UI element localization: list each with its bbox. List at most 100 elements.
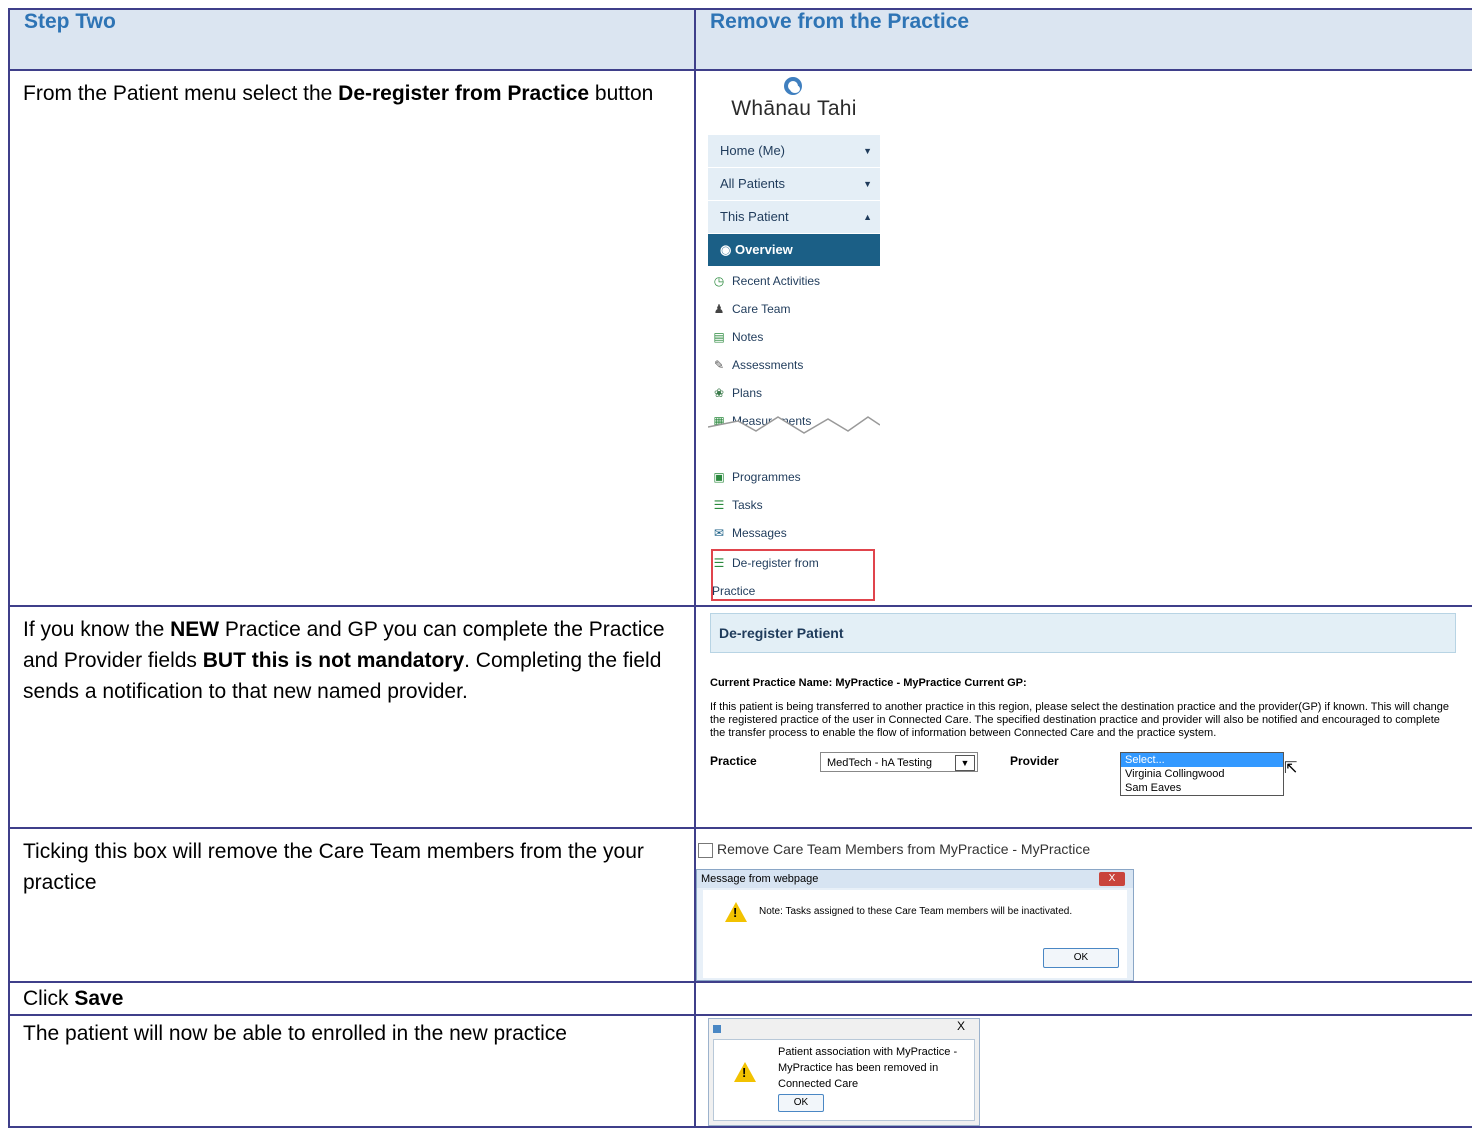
ok-button[interactable]: OK	[778, 1094, 824, 1112]
remove-care-team-checkbox[interactable]: Remove Care Team Members from MyPractice…	[698, 839, 1472, 859]
menu-item-label: Plans	[732, 386, 763, 400]
instruction-cell: If you know the NEW Practice and GP you …	[8, 605, 696, 829]
messages-icon: ✉	[713, 526, 725, 540]
menu-subitem-plans[interactable]: ❀ Plans	[708, 379, 880, 407]
form-row: Practice MedTech - hA Testing ▼ Provider …	[710, 752, 1456, 798]
menu-subitem-notes[interactable]: ▤ Notes	[708, 323, 880, 351]
empty-cell	[694, 981, 1472, 1016]
close-button[interactable]: X	[957, 1019, 965, 1033]
dialog-title: Message from webpage	[697, 870, 1133, 888]
menu-item-label: This Patient	[720, 209, 789, 224]
menu-item-all-patients[interactable]: All Patients ▼	[708, 168, 880, 201]
text-part: If you know the	[23, 618, 171, 641]
menu-item-label: Recent Activities	[732, 274, 821, 288]
instruction-text: The patient will now be able to enrolled…	[23, 1022, 567, 1045]
warning-icon: !	[734, 1062, 756, 1082]
provider-label: Provider	[1010, 754, 1059, 768]
menu-subitem-care-team[interactable]: ♟ Care Team	[708, 295, 880, 323]
panel-title: De-register Patient	[710, 613, 1456, 653]
instruction-cell: Ticking this box will remove the Care Te…	[8, 827, 696, 983]
instruction-table: Step Two Remove from the Practice From t…	[8, 8, 1472, 1128]
chevron-icon: ▼	[863, 146, 872, 156]
current-practice: Current Practice Name: MyPractice - MyPr…	[710, 677, 1027, 689]
tasks-icon: ☰	[713, 498, 725, 512]
table-row: The patient will now be able to enrolled…	[8, 1014, 1472, 1128]
menu-item-overview[interactable]: ◉ Overview	[708, 234, 880, 267]
dialog-body: ! Patient association with MyPractice - …	[713, 1039, 975, 1121]
menu-item-label: Care Team	[732, 302, 791, 316]
tear-graphic	[708, 416, 880, 463]
warning-icon: !	[725, 902, 747, 922]
menu-item-label: Messages	[732, 526, 787, 540]
table-row: If you know the NEW Practice and GP you …	[8, 605, 1472, 829]
menu-item-label: Programmes	[732, 470, 801, 484]
menu-item-label: Tasks	[732, 498, 763, 512]
table-row: Ticking this box will remove the Care Te…	[8, 827, 1472, 983]
ok-button[interactable]: OK	[1043, 948, 1119, 968]
header-cell-left: Step Two	[8, 8, 696, 71]
provider-option[interactable]: Select...	[1121, 753, 1283, 767]
message-dialog: Message from webpage X ! Note: Tasks ass…	[696, 869, 1134, 981]
panel-description: If this patient is being transferred to …	[710, 701, 1450, 739]
document-page: Step Two Remove from the Practice From t…	[0, 0, 1472, 1136]
clock-icon: ◷	[713, 274, 725, 288]
dialog-message: Note: Tasks assigned to these Care Team …	[759, 906, 1073, 917]
logo-icon	[784, 77, 802, 95]
table-row: From the Patient menu select the De-regi…	[8, 69, 1472, 607]
instruction-text: From the Patient menu select the De-regi…	[10, 71, 694, 109]
screenshot-cell: X ! Patient association with MyPractice …	[694, 1014, 1472, 1128]
menu-subitem-programmes[interactable]: ▣ Programmes	[708, 463, 880, 491]
menu-subitem-messages[interactable]: ✉ Messages	[708, 519, 880, 547]
checkbox-icon[interactable]	[698, 842, 713, 858]
text-bold: De-register from Practice	[338, 82, 590, 105]
text-bold: NEW	[170, 618, 220, 641]
notes-icon: ▤	[713, 330, 725, 344]
instruction-text: Click Save	[10, 983, 694, 1014]
instruction-text: Ticking this box will remove the Care Te…	[23, 840, 644, 894]
practice-value: MedTech - hA Testing	[827, 757, 932, 769]
cursor-icon: ⇱	[1284, 760, 1298, 777]
screenshot-cell: Whānau Tahi Home (Me) ▼ All Patients ▼ This …	[694, 69, 1472, 607]
provider-listbox[interactable]: Select... Virginia Collingwood Sam Eaves	[1120, 752, 1284, 796]
chevron-icon: ▲	[863, 212, 872, 222]
menu-item-label: Home (Me)	[720, 143, 786, 158]
menu-item-this-patient[interactable]: This Patient ▲	[708, 201, 880, 234]
dialog-body: ! Note: Tasks assigned to these Care Tea…	[703, 890, 1127, 978]
chevron-down-icon: ▼	[955, 755, 975, 771]
menu-subitem-tasks[interactable]: ☰ Tasks	[708, 491, 880, 519]
programmes-icon: ▣	[713, 470, 725, 484]
text-part: Click	[23, 987, 75, 1010]
menu-item-label: Overview	[734, 242, 793, 257]
instruction-cell: The patient will now be able to enrolled…	[8, 1014, 696, 1128]
deregister-menu-item[interactable]: ☰ De-register from Practice	[708, 549, 880, 605]
instruction-text: If you know the NEW Practice and GP you …	[10, 607, 694, 707]
checkbox-label: Remove Care Team Members from MyPractice…	[717, 841, 1091, 857]
text-part: From the Patient menu select the	[23, 82, 339, 105]
dialog-message: Patient association with MyPractice - My…	[778, 1046, 958, 1090]
window-icon	[713, 1025, 721, 1033]
header-cell-right: Remove from the Practice	[694, 8, 1472, 71]
section-heading: Remove from the Practice	[710, 10, 970, 33]
provider-option[interactable]: Sam Eaves	[1121, 781, 1283, 795]
text-bold: Save	[74, 987, 124, 1010]
eye-icon: ◉	[720, 242, 735, 257]
menu-subitem-assessments[interactable]: ✎ Assessments	[708, 351, 880, 379]
logo-text: Whānau Tahi	[731, 97, 857, 120]
provider-option[interactable]: Virginia Collingwood	[1121, 767, 1283, 781]
step-heading: Step Two	[24, 10, 116, 33]
menu-item-home-me[interactable]: Home (Me) ▼	[708, 135, 880, 168]
screenshot-cell: De-register Patient Current Practice Nam…	[694, 605, 1472, 829]
practice-label: Practice	[710, 754, 757, 768]
table-row: Click Save	[8, 981, 1472, 1016]
menu-item-label: Notes	[732, 330, 764, 344]
torn-edge: ▦ Measurements	[708, 407, 880, 463]
patient-menu: Whānau Tahi Home (Me) ▼ All Patients ▼ This …	[708, 71, 880, 605]
practice-select[interactable]: MedTech - hA Testing ▼	[820, 752, 978, 772]
text-part: button	[589, 82, 654, 105]
highlight-box	[711, 549, 875, 601]
menu-subitem-recent-activities[interactable]: ◷ Recent Activities	[708, 267, 880, 295]
table-header-row: Step Two Remove from the Practice	[8, 8, 1472, 71]
logo: Whānau Tahi	[708, 71, 880, 135]
close-button[interactable]: X	[1099, 872, 1125, 886]
chevron-icon: ▼	[863, 179, 872, 189]
